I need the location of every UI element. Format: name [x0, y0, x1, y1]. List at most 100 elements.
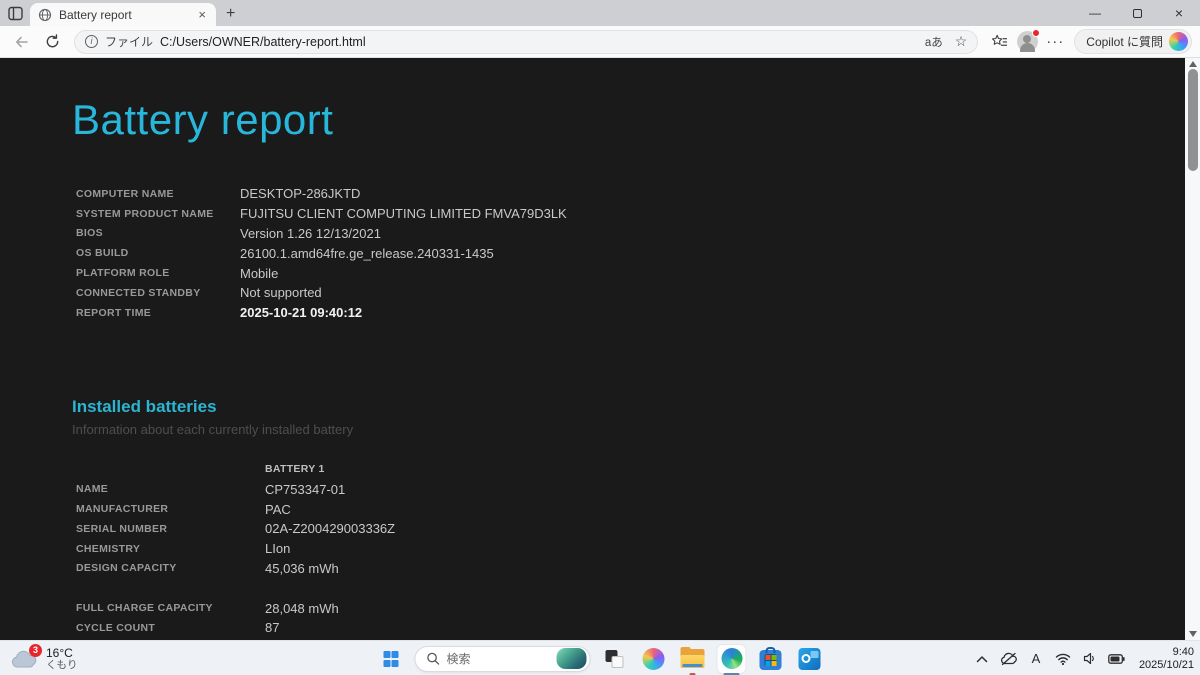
row-value: Version 1.26 12/13/2021	[240, 225, 381, 241]
scrollbar-thumb[interactable]	[1187, 69, 1198, 171]
battery-icon	[1108, 653, 1126, 664]
clock-date: 2025/10/21	[1138, 658, 1194, 671]
chevron-up-icon	[976, 655, 988, 662]
address-bar[interactable]: i ファイル C:/Users/OWNER/battery-report.htm…	[74, 29, 979, 54]
row-gap	[76, 585, 1200, 591]
system-tray: A 9:40 2025/10/21	[973, 641, 1194, 675]
weather-temperature: 16°C	[46, 645, 73, 660]
tab-title: Battery report	[59, 7, 132, 22]
battery-report-page: Battery report COMPUTER NAME DESKTOP-286…	[0, 58, 1200, 640]
maximize-button[interactable]	[1116, 0, 1158, 26]
workspaces-icon	[7, 6, 23, 20]
scroll-down-arrow-icon[interactable]	[1188, 631, 1197, 637]
outlook-icon	[798, 647, 821, 670]
page-info-icon[interactable]: i	[85, 35, 98, 48]
row-label: REPORT TIME	[76, 306, 152, 319]
copilot-app-button[interactable]	[639, 644, 669, 674]
copilot-button-label: Copilot に質問	[1086, 35, 1163, 49]
translate-icon[interactable]: aあ	[925, 34, 943, 50]
edge-button[interactable]	[716, 643, 747, 675]
show-hidden-icons-button[interactable]	[973, 650, 991, 668]
outlook-button[interactable]	[795, 644, 825, 674]
page-title: Battery report	[72, 96, 334, 143]
row-label: BIOS	[76, 227, 103, 240]
windows-logo-icon	[383, 651, 399, 667]
favorites-list-icon	[991, 34, 1007, 46]
avatar-body	[1019, 43, 1035, 52]
browser-tab-battery-report[interactable]: Battery report ×	[30, 3, 216, 26]
addressbar-right-icons: aあ ☆	[925, 33, 967, 50]
taskbar-search-box[interactable]: 検索	[414, 645, 591, 672]
microsoft-store-icon	[759, 647, 782, 670]
restore-icon	[1132, 8, 1142, 18]
row-label: OS BUILD	[76, 247, 129, 260]
weather-cloud-icon: 3	[10, 643, 42, 671]
profile-avatar	[1016, 29, 1040, 52]
scroll-up-arrow-icon[interactable]	[1188, 61, 1197, 67]
microsoft-store-button[interactable]	[756, 644, 786, 674]
report-time-value: 2025-10-21 09:40:12	[240, 305, 363, 321]
profile-button[interactable]	[1014, 29, 1040, 55]
row-value: LIon	[265, 541, 291, 557]
notification-badge: 3	[29, 643, 42, 657]
window-controls: — ×	[1074, 0, 1200, 26]
file-explorer-button[interactable]	[678, 644, 708, 675]
onedrive-paused-button[interactable]	[1000, 650, 1018, 668]
favorites-hub-button[interactable]	[986, 29, 1012, 55]
back-button[interactable]	[8, 29, 36, 55]
row-value: 02A-Z200429003336Z	[265, 521, 396, 537]
clock-time: 9:40	[1172, 645, 1194, 658]
refresh-button[interactable]	[38, 29, 66, 55]
notification-dot	[1031, 29, 1040, 37]
ime-mode-indicator[interactable]: A	[1027, 650, 1045, 668]
settings-more-button[interactable]: ···	[1042, 29, 1068, 55]
row-label: MANUFACTURER	[76, 503, 169, 516]
row-value: DESKTOP-286JKTD	[240, 186, 361, 202]
row-label: SERIAL NUMBER	[76, 522, 168, 535]
row-value: Not supported	[240, 285, 322, 301]
minimize-button[interactable]: —	[1074, 0, 1116, 26]
row-value: FUJITSU CLIENT COMPUTING LIMITED FMVA79D…	[240, 206, 567, 222]
task-view-button[interactable]	[600, 644, 630, 674]
weather-widget[interactable]: 3 16°C くもり	[10, 641, 78, 675]
row-value: PAC	[265, 501, 291, 517]
installed-batteries-subtitle: Information about each currently install…	[72, 421, 354, 437]
row-value: 28,048 mWh	[265, 600, 339, 616]
report-content: Battery report COMPUTER NAME DESKTOP-286…	[0, 58, 1200, 638]
row-label: COMPUTER NAME	[76, 187, 174, 200]
avatar-head	[1023, 35, 1032, 43]
cloud-slash-icon	[1000, 652, 1017, 665]
row-value: 45,036 mWh	[265, 560, 339, 576]
wifi-icon	[1055, 653, 1071, 665]
copilot-icon	[1169, 32, 1188, 51]
taskbar-center: 検索	[376, 641, 825, 675]
volume-button[interactable]	[1081, 650, 1099, 668]
tab-close-button[interactable]: ×	[196, 7, 208, 22]
start-button[interactable]	[376, 644, 406, 674]
battery-tray-button[interactable]	[1108, 650, 1126, 668]
tab-actions-menu-button[interactable]	[0, 0, 30, 26]
page-scrollbar[interactable]	[1185, 58, 1200, 640]
speaker-icon	[1083, 652, 1094, 665]
battery-info-table: BATTERY 1 NAME CP753347-01 MANUFACTURER …	[76, 460, 1200, 638]
copilot-app-icon	[642, 647, 665, 670]
close-window-button[interactable]: ×	[1158, 0, 1200, 26]
clock[interactable]: 9:40 2025/10/21	[1135, 646, 1194, 672]
row-label: FULL CHARGE CAPACITY	[76, 602, 213, 615]
new-tab-button[interactable]: +	[226, 5, 235, 23]
edge-icon	[721, 648, 742, 669]
address-url: C:/Users/OWNER/battery-report.html	[160, 34, 366, 49]
system-info-table: COMPUTER NAME DESKTOP-286JKTD SYSTEM PRO…	[76, 184, 1200, 323]
back-arrow-icon	[16, 36, 28, 47]
weather-condition: くもり	[46, 658, 78, 671]
bing-daily-image-button[interactable]	[556, 648, 587, 669]
copilot-button[interactable]: Copilot に質問	[1074, 29, 1192, 54]
favorite-star-icon[interactable]: ☆	[955, 33, 968, 50]
row-label: CHEMISTRY	[76, 542, 141, 555]
row-value: 26100.1.amd64fre.ge_release.240331-1435	[240, 245, 494, 261]
browser-toolbar: i ファイル C:/Users/OWNER/battery-report.htm…	[0, 26, 1200, 58]
row-label: PLATFORM ROLE	[76, 267, 170, 280]
task-view-icon	[605, 649, 624, 668]
refresh-icon	[46, 34, 58, 48]
wifi-button[interactable]	[1054, 650, 1072, 668]
